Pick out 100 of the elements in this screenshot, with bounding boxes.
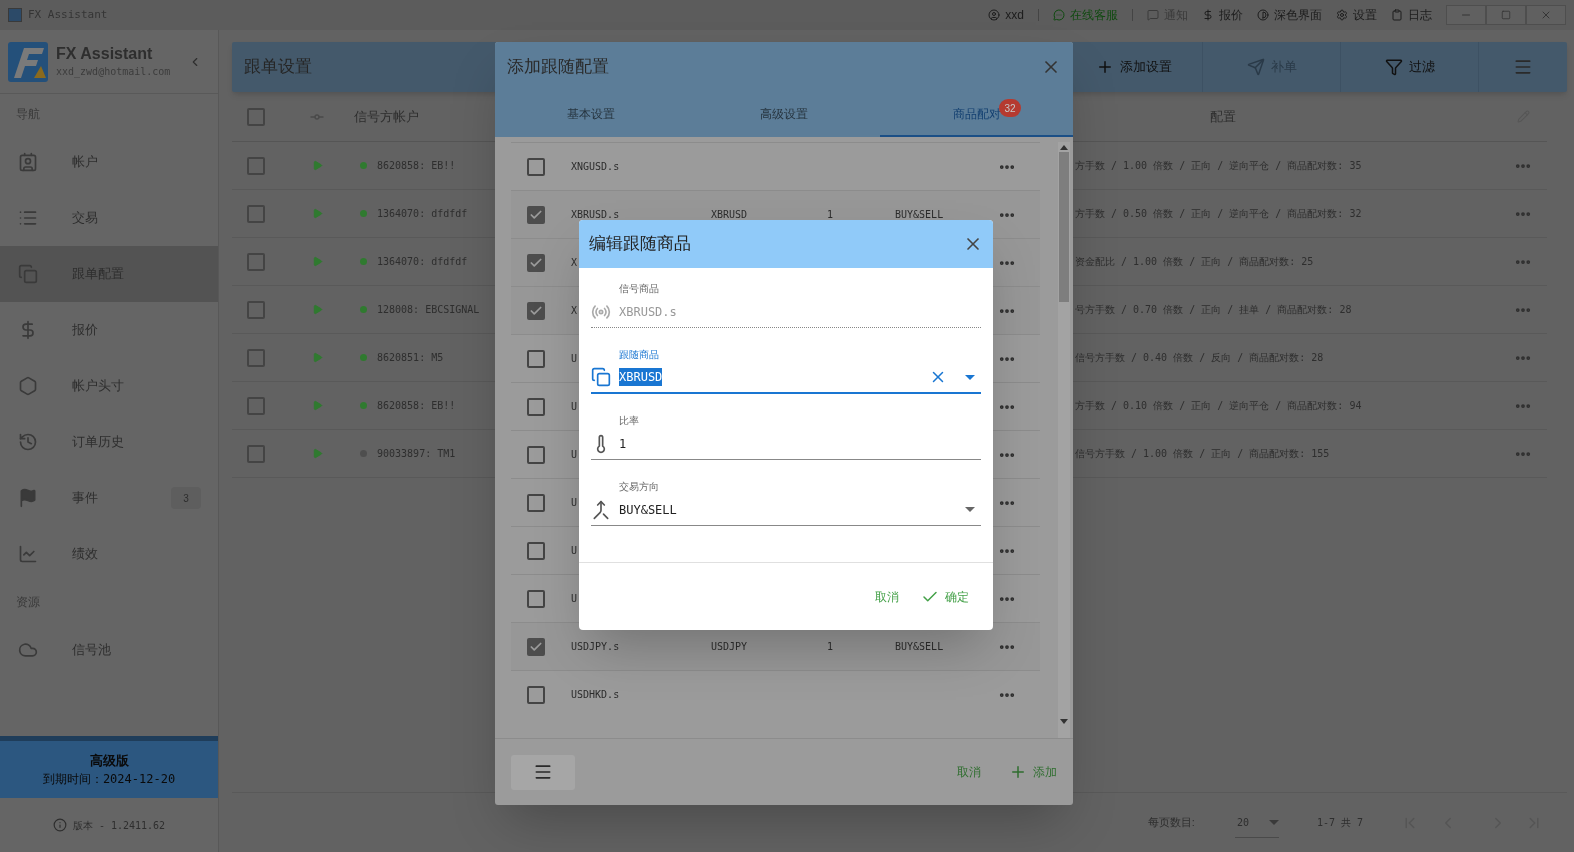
field-value: 1	[619, 435, 627, 453]
confirm-button[interactable]: 确定	[921, 587, 969, 606]
contact-icon	[18, 152, 38, 172]
checkbox[interactable]	[247, 348, 265, 367]
checkbox[interactable]	[247, 444, 265, 463]
checkbox[interactable]	[527, 301, 545, 320]
menu-icon	[1513, 57, 1533, 77]
checkbox[interactable]	[527, 205, 545, 224]
checkbox[interactable]	[247, 107, 265, 126]
checkbox[interactable]	[527, 493, 545, 512]
maximize-button[interactable]	[1486, 5, 1526, 25]
play-icon[interactable]	[311, 448, 323, 459]
menu-icon	[533, 762, 553, 782]
filter-icon	[1384, 58, 1403, 76]
contrast-icon	[1257, 9, 1269, 21]
message-icon	[1147, 9, 1159, 21]
checkbox[interactable]	[247, 204, 265, 223]
checkbox[interactable]	[247, 396, 265, 415]
list-icon	[18, 208, 38, 228]
titlebar-link[interactable]: 在线客服	[1053, 6, 1118, 24]
menu-button[interactable]	[511, 754, 575, 790]
checkbox[interactable]	[527, 445, 545, 464]
cloud-icon	[18, 640, 38, 660]
checkbox[interactable]	[247, 300, 265, 319]
checkbox[interactable]	[527, 397, 545, 416]
checkbox[interactable]	[527, 637, 545, 656]
follow-symbol-cell-text: XBRUSD	[711, 208, 749, 222]
symbol-cell-text: XBRUSD.s	[571, 208, 620, 222]
settings-icon	[1336, 9, 1348, 21]
send-icon	[1246, 58, 1265, 76]
play-icon[interactable]	[311, 400, 323, 411]
history-icon	[18, 432, 38, 452]
checkbox[interactable]	[247, 252, 265, 271]
field-label: 跟随商品	[619, 348, 660, 362]
symbol-cell-text: USDJPY.s	[571, 640, 620, 654]
checkbox[interactable]	[527, 253, 545, 272]
dropdown-caret-icon	[965, 507, 975, 512]
form-field[interactable]: 跟随商品 XBRUSD	[591, 348, 981, 394]
ratio-cell-text: 1	[827, 640, 835, 654]
field-value: XBRUSD.s	[619, 303, 677, 321]
titlebar-link[interactable]: 报价	[1202, 6, 1243, 24]
form-field[interactable]: 信号商品 XBRUSD.s	[591, 282, 981, 328]
checkbox[interactable]	[527, 589, 545, 608]
form-field[interactable]: 比率 1	[591, 414, 981, 460]
symbol-cell-text: X	[571, 304, 578, 318]
scrollbar-thumb[interactable]	[1059, 152, 1069, 302]
chat-icon	[1053, 9, 1065, 21]
symbol-cell-text: U	[571, 544, 578, 558]
expiry-date: 到期时间：2024-12-20	[42, 771, 176, 789]
play-icon[interactable]	[311, 208, 323, 219]
checkbox[interactable]	[527, 157, 545, 176]
field-label: 比率	[619, 414, 640, 428]
tab[interactable]: 基本设置	[495, 93, 688, 137]
flag-icon	[18, 488, 38, 508]
titlebar-link[interactable]: 深色界面	[1257, 6, 1322, 24]
scroll-up-icon[interactable]	[1060, 145, 1068, 150]
play-icon[interactable]	[311, 304, 323, 315]
play-icon[interactable]	[311, 352, 323, 363]
checkbox[interactable]	[527, 349, 545, 368]
cancel-button[interactable]: 取消	[957, 763, 981, 781]
symbol-cell-text: U	[571, 496, 578, 510]
logo-icon	[8, 41, 48, 82]
user-icon	[988, 9, 1001, 21]
titlebar-link[interactable]: 日志	[1391, 6, 1432, 24]
symbol-cell-text: U	[571, 400, 578, 414]
dialog-title: 编辑跟随商品	[589, 233, 691, 256]
titlebar-link[interactable]: xxd	[988, 6, 1024, 24]
count-badge: 32	[999, 99, 1021, 117]
toolbar-button[interactable]: 过滤	[1341, 42, 1479, 92]
checkbox[interactable]	[527, 685, 545, 704]
checkbox[interactable]	[247, 156, 265, 175]
close-icon	[1540, 9, 1552, 21]
tab[interactable]: 高级设置	[687, 93, 881, 137]
dollar-icon	[1202, 9, 1214, 21]
follow-symbol-cell-text: USDJPY	[711, 640, 749, 654]
clipboard-icon	[1391, 9, 1403, 21]
play-icon[interactable]	[311, 160, 323, 171]
dialog-title: 添加跟随配置	[507, 56, 609, 79]
field-label: 交易方向	[619, 480, 660, 494]
cancel-button[interactable]: 取消	[875, 587, 899, 606]
symbol-cell-text: U	[571, 592, 578, 606]
play-icon[interactable]	[311, 256, 323, 267]
direction-cell-text: BUY&SELL	[895, 640, 945, 654]
app-name: FX Assistant	[56, 44, 154, 64]
maximize-icon	[1501, 10, 1511, 20]
add-button[interactable]: 添加	[1009, 763, 1057, 781]
scrollbar[interactable]	[1058, 142, 1070, 738]
field-label: 信号商品	[619, 282, 660, 296]
checkbox[interactable]	[527, 541, 545, 560]
symbol-cell-text: USDHKD.s	[571, 688, 620, 702]
info-icon	[52, 818, 67, 832]
form-field[interactable]: 交易方向 BUY&SELL	[591, 480, 981, 526]
tab[interactable]: 商品配对 32	[880, 93, 1073, 137]
plus-icon	[1009, 763, 1027, 781]
scroll-down-icon[interactable]	[1060, 719, 1068, 724]
symbol-cell-text: U	[571, 448, 578, 462]
field-value: BUY&SELL	[619, 501, 677, 519]
app-icon	[8, 8, 22, 22]
direction-cell-text: BUY&SELL	[895, 208, 945, 222]
symbol-cell-text: U	[571, 352, 578, 366]
